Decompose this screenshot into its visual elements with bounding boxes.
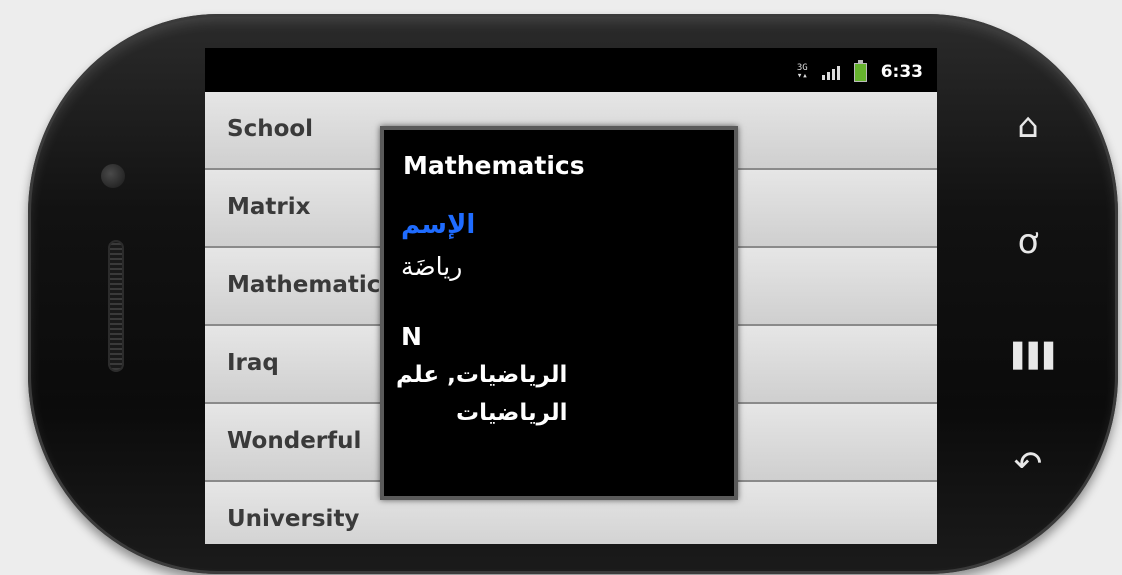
dialog-part-of-speech: N (401, 322, 422, 351)
battery-charging-icon (853, 59, 867, 82)
back-icon[interactable]: ↶ (1006, 442, 1050, 486)
signal-icon (821, 64, 840, 80)
dialog-translation: رياضَة (401, 252, 463, 281)
phone-screen: 3G ▾▴ 6:33 School Matrix Mathematics Iraq… (205, 48, 937, 544)
search-icon[interactable]: ơ (1006, 220, 1050, 264)
dialog-headword: الإسم (401, 210, 476, 240)
list-item-label: Matrix (227, 194, 311, 220)
dialog-title: Mathematics (403, 151, 585, 180)
front-camera (101, 164, 125, 188)
dialog-definition-line: الرياضيات (456, 400, 568, 426)
menu-icon[interactable]: ❚❚❚ (1006, 332, 1060, 376)
home-icon[interactable]: ⌂ (1006, 104, 1050, 148)
list-item-label: Iraq (227, 350, 279, 376)
list-item-label: Wonderful (227, 428, 362, 454)
sim-data-icon: 3G ▾▴ (796, 63, 808, 81)
speaker-grille (108, 240, 124, 372)
list-item-label: Mathematics (227, 272, 395, 298)
list-item-label: University (227, 506, 360, 532)
status-bar: 3G ▾▴ 6:33 (205, 48, 937, 92)
list-item-label: School (227, 116, 314, 142)
status-time: 6:33 (880, 62, 923, 82)
definition-dialog[interactable]: Mathematics الإسم رياضَة N الرياضيات, عل… (380, 126, 738, 500)
dialog-definition-line: الرياضيات, علم (396, 362, 568, 388)
